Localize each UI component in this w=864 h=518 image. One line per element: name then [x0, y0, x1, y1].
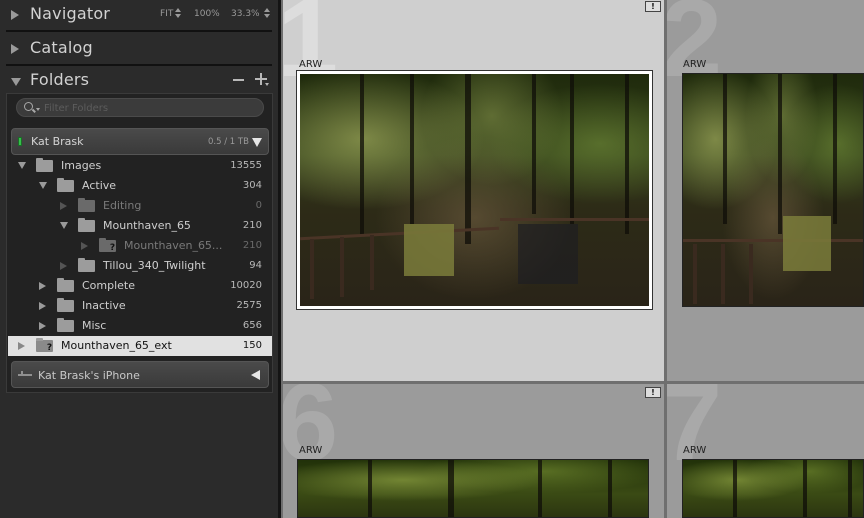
remove-folder-icon[interactable] — [233, 79, 244, 81]
folder-icon — [57, 278, 74, 292]
expand-triangle-icon[interactable] — [11, 10, 19, 20]
catalog-header[interactable]: Catalog — [0, 34, 278, 64]
grid-cell[interactable]: 7 ARW — [667, 384, 864, 518]
folder-count: 0 — [255, 200, 262, 211]
device-icon — [18, 371, 32, 376]
folder-count: 150 — [242, 340, 262, 351]
catalog-title: Catalog — [30, 38, 93, 57]
search-options-caret-icon[interactable] — [36, 108, 40, 111]
zoom-option-100[interactable]: 100% — [194, 9, 220, 19]
folders-title: Folders — [30, 70, 90, 89]
grid-cell[interactable]: 1 ! ARW — [283, 0, 664, 381]
folder-name: Mounthaven_65... — [124, 239, 223, 252]
expand-triangle-icon[interactable] — [39, 322, 46, 330]
folder-count: 304 — [242, 180, 262, 191]
collapse-triangle-icon[interactable] — [11, 78, 21, 86]
folder-icon — [78, 218, 95, 232]
folder-name: Images — [61, 159, 102, 172]
grid-view: 1 ! ARW 2 ARW 6 ! ARW 7 ARW — [281, 0, 864, 518]
folder-count: 210 — [242, 220, 262, 231]
volume-usage: 0.5 / 1 TB — [208, 137, 249, 147]
folder-row-inactive[interactable]: Inactive 2575 — [8, 296, 272, 316]
folder-filter[interactable] — [16, 98, 264, 117]
folder-name: Mounthaven_65_ext — [61, 339, 172, 352]
left-panel: Navigator FIT 100% 33.3% Catalog Folders… — [0, 0, 280, 518]
folder-name: Complete — [82, 279, 136, 292]
collapse-triangle-icon[interactable] — [18, 162, 26, 169]
question-mark-icon: ? — [109, 243, 116, 253]
folder-row-tillou[interactable]: Tillou_340_Twilight 94 — [8, 256, 272, 276]
folder-name: Active — [82, 179, 117, 192]
expand-triangle-icon[interactable] — [39, 302, 46, 310]
file-extension: ARW — [299, 59, 323, 70]
device-expand-triangle-icon[interactable] — [251, 370, 260, 380]
folder-row-mounthaven[interactable]: Mounthaven_65 210 — [8, 216, 272, 236]
volume-header[interactable]: Kat Brask 0.5 / 1 TB — [11, 128, 269, 155]
folder-icon — [36, 158, 53, 172]
folders-header[interactable]: Folders — [0, 66, 278, 96]
photo-thumbnail[interactable] — [682, 459, 864, 518]
folder-row-mounthaven-ext[interactable]: ? Mounthaven_65_ext 150 — [8, 336, 272, 356]
expand-triangle-icon[interactable] — [11, 44, 19, 54]
folder-count: 10020 — [230, 280, 262, 291]
folder-count: 94 — [249, 260, 262, 271]
folder-row-images[interactable]: Images 13555 — [8, 156, 272, 176]
zoom-fit-stepper-icon[interactable] — [175, 8, 181, 19]
folder-name: Editing — [103, 199, 142, 212]
folder-icon — [78, 198, 95, 212]
divider — [6, 30, 272, 32]
missing-folder-icon: ? — [99, 238, 116, 253]
expand-triangle-icon[interactable] — [60, 262, 67, 270]
zoom-custom-stepper-icon[interactable] — [264, 8, 270, 19]
folder-row-mounthaven-missing[interactable]: ? Mounthaven_65... 210 — [8, 236, 272, 256]
expand-triangle-icon[interactable] — [60, 202, 67, 210]
grid-cell[interactable]: 2 ARW — [667, 0, 864, 381]
folder-name: Inactive — [82, 299, 126, 312]
search-icon[interactable] — [24, 102, 33, 111]
volume-name: Kat Brask — [31, 135, 84, 148]
folder-count: 13555 — [230, 160, 262, 171]
folder-icon — [57, 178, 74, 192]
filter-folders-input[interactable] — [44, 100, 254, 116]
expand-triangle-icon[interactable] — [39, 282, 46, 290]
volume-status-indicator — [18, 137, 22, 146]
collapse-triangle-icon[interactable] — [60, 222, 68, 229]
volume-collapse-triangle-icon[interactable] — [252, 138, 262, 147]
question-mark-icon: ? — [46, 343, 53, 353]
thumbnail-frame[interactable] — [296, 70, 653, 310]
expand-triangle-icon[interactable] — [18, 342, 25, 350]
file-extension: ARW — [299, 445, 323, 456]
folder-row-editing[interactable]: Editing 0 — [8, 196, 272, 216]
expand-triangle-icon[interactable] — [81, 242, 88, 250]
folder-count: 656 — [242, 320, 262, 331]
device-name: Kat Brask's iPhone — [38, 369, 140, 382]
device-header[interactable]: Kat Brask's iPhone — [11, 361, 269, 388]
missing-file-badge[interactable]: ! — [645, 1, 661, 12]
folder-name: Mounthaven_65 — [103, 219, 191, 232]
navigator-title: Navigator — [30, 4, 111, 23]
folder-name: Tillou_340_Twilight — [103, 259, 206, 272]
file-extension: ARW — [683, 445, 707, 456]
folder-icon — [57, 298, 74, 312]
folder-row-misc[interactable]: Misc 656 — [8, 316, 272, 336]
add-folder-menu-caret-icon[interactable] — [265, 83, 269, 86]
photo-thumbnail[interactable] — [682, 73, 864, 307]
photo-thumbnail[interactable] — [297, 459, 649, 518]
folder-name: Misc — [82, 319, 107, 332]
zoom-option-33[interactable]: 33.3% — [231, 9, 260, 19]
collapse-triangle-icon[interactable] — [39, 182, 47, 189]
missing-folder-icon: ? — [36, 338, 53, 353]
grid-cell[interactable]: 6 ! ARW — [283, 384, 664, 518]
zoom-option-fit[interactable]: FIT — [160, 9, 173, 19]
folder-row-complete[interactable]: Complete 10020 — [8, 276, 272, 296]
folder-count: 210 — [242, 240, 262, 251]
file-extension: ARW — [683, 59, 707, 70]
folder-icon — [57, 318, 74, 332]
folder-icon — [78, 258, 95, 272]
photo-thumbnail[interactable] — [300, 74, 649, 306]
missing-file-badge[interactable]: ! — [645, 387, 661, 398]
folder-row-active[interactable]: Active 304 — [8, 176, 272, 196]
navigator-header[interactable]: Navigator FIT 100% 33.3% — [0, 0, 278, 30]
folder-count: 2575 — [236, 300, 262, 311]
